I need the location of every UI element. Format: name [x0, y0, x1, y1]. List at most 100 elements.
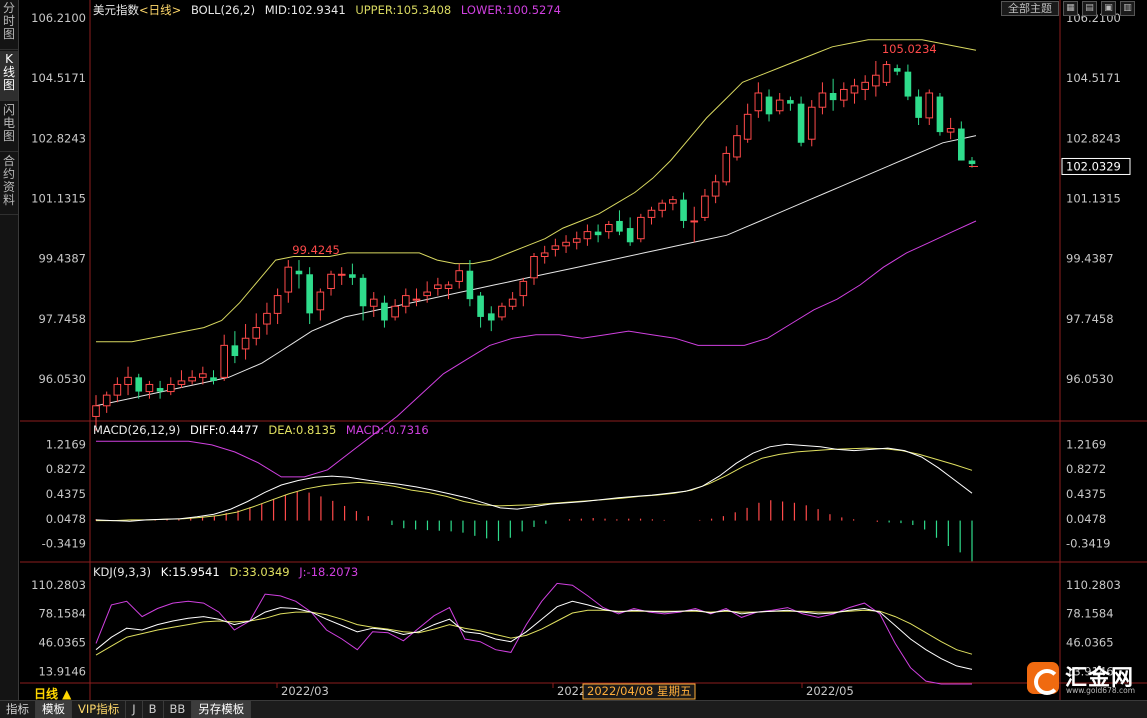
tab-vip-indicators[interactable]: VIP指标 — [72, 701, 127, 718]
kdj-tick-left: 78.1584 — [38, 607, 86, 621]
kdj-tick-right: 46.0365 — [1066, 636, 1114, 650]
candle-body — [369, 298, 378, 307]
macd-dea: DEA:0.8135 — [268, 423, 337, 437]
kdj-j-line — [95, 582, 972, 685]
candle-body — [690, 220, 699, 223]
candle-body — [273, 295, 282, 314]
boll-params: BOLL(26,2) — [190, 3, 256, 17]
candle-body — [381, 302, 388, 321]
candle-body — [466, 270, 474, 300]
tab-indicators[interactable]: 指标 — [0, 701, 36, 718]
macd-diff: DIFF:0.4477 — [190, 423, 259, 437]
candle-body — [349, 274, 356, 278]
tab-templates[interactable]: 模板 — [36, 701, 72, 718]
candle-body — [893, 68, 901, 72]
candle-body — [711, 181, 720, 197]
candle-body — [113, 383, 122, 396]
price-tick-left: 102.8243 — [31, 131, 86, 145]
macd-tick-right: 1.2169 — [1066, 437, 1106, 451]
candle-body — [754, 92, 763, 112]
candle-body — [477, 295, 484, 317]
bottom-tab-bar: 指标 模板 VIP指标 J B BB 另存模板 — [0, 700, 1147, 718]
layout-1-icon[interactable]: ▦ — [1063, 1, 1078, 16]
candle-body — [551, 245, 560, 250]
candle-body — [594, 231, 602, 236]
candle-body — [701, 195, 709, 218]
tab-b[interactable]: B — [143, 701, 164, 718]
candle-body — [915, 96, 922, 118]
top-right-controls: 全部主题 ▦ ▤ ▣ ▥ — [1001, 1, 1135, 16]
macd-tick-left: 0.0478 — [46, 512, 86, 526]
candle-body — [487, 313, 495, 321]
candle-body — [829, 92, 837, 101]
price-tick-right: 101.1315 — [1066, 192, 1121, 206]
candle-body — [401, 295, 410, 307]
tab-timeshare[interactable]: 分时图 — [0, 0, 18, 50]
theme-dropdown-button[interactable]: 全部主题 — [1001, 1, 1059, 16]
candle-body — [124, 376, 132, 385]
price-tick-left: 106.2100 — [31, 11, 86, 25]
candle-body — [637, 216, 645, 240]
kdj-info: KDJ(9,3,3) K:15.9541 D:33.0349 J:-18.207… — [93, 565, 364, 579]
tab-contract-info[interactable]: 合约资料 — [0, 153, 18, 215]
candle-body — [861, 81, 869, 90]
candle-body — [946, 128, 955, 133]
boll-mid: MID:102.9341 — [264, 3, 346, 17]
candle-body — [252, 327, 261, 339]
high-annotation: 105.0234 — [882, 42, 937, 56]
kdj-d: D:33.0349 — [229, 565, 290, 579]
cursor-date-label: 2022/04/08 星期五 — [587, 684, 691, 698]
kdj-j: J:-18.2073 — [299, 565, 359, 579]
price-tick-left: 99.4387 — [38, 252, 86, 266]
layout-3-icon[interactable]: ▣ — [1101, 1, 1116, 16]
candle-body — [647, 209, 656, 218]
candle-body — [327, 273, 335, 289]
macd-tick-right: 0.0478 — [1066, 512, 1106, 526]
swing-annotation: 99.4245 — [292, 243, 340, 257]
tab-save-template[interactable]: 另存模板 — [192, 701, 252, 718]
candle-body — [284, 266, 293, 293]
boll-upper: UPPER:105.3408 — [355, 3, 452, 17]
tab-j[interactable]: J — [126, 701, 143, 718]
macd-diff-line — [95, 443, 973, 522]
tab-flash[interactable]: 闪电图 — [0, 102, 18, 152]
layout-2-icon[interactable]: ▤ — [1082, 1, 1097, 16]
candle-body — [925, 92, 934, 119]
kdj-tick-right: 110.2803 — [1066, 578, 1121, 592]
candle-body — [423, 291, 431, 297]
boll-info: 美元指数<日线> BOLL(26,2) MID:102.9341 UPPER:1… — [93, 2, 567, 18]
macd-tick-left: 0.4375 — [46, 487, 86, 501]
candle-body — [210, 377, 217, 381]
candle-body — [882, 64, 891, 83]
price-tick-right: 104.5171 — [1066, 71, 1121, 85]
price-tick-right: 99.4387 — [1066, 252, 1114, 266]
candle-body — [135, 377, 143, 392]
kdj-tick-left: 13.9146 — [38, 664, 86, 678]
candle-body — [444, 284, 453, 289]
candle-body — [412, 298, 421, 301]
tab-kline[interactable]: K线图 — [0, 51, 18, 101]
macd-tick-right: 0.4375 — [1066, 487, 1106, 501]
period-tag[interactable]: <日线> — [139, 3, 181, 17]
candle-body — [787, 100, 794, 104]
candle-body — [669, 199, 677, 204]
candle-body — [263, 312, 271, 325]
candle-body — [188, 376, 196, 382]
candle-body — [658, 202, 667, 211]
logo-url: www.gold678.com — [1066, 686, 1136, 695]
candle-body — [936, 96, 944, 133]
current-price-label: 102.0329 — [1066, 159, 1121, 173]
candle-body — [968, 160, 976, 165]
kdj-k: K:15.9541 — [160, 565, 220, 579]
candle-body — [231, 345, 239, 357]
date-label: 2022/03 — [281, 684, 329, 698]
candle-body — [680, 199, 687, 221]
candle-body — [530, 255, 538, 279]
layout-4-icon[interactable]: ▥ — [1120, 1, 1135, 16]
candle-body — [850, 85, 859, 94]
macd-value: MACD:-0.7316 — [345, 423, 429, 437]
tab-bb[interactable]: BB — [164, 701, 193, 718]
candle-body — [391, 305, 399, 318]
macd-tick-right: -0.3419 — [1066, 537, 1110, 551]
candle-body — [583, 231, 592, 240]
